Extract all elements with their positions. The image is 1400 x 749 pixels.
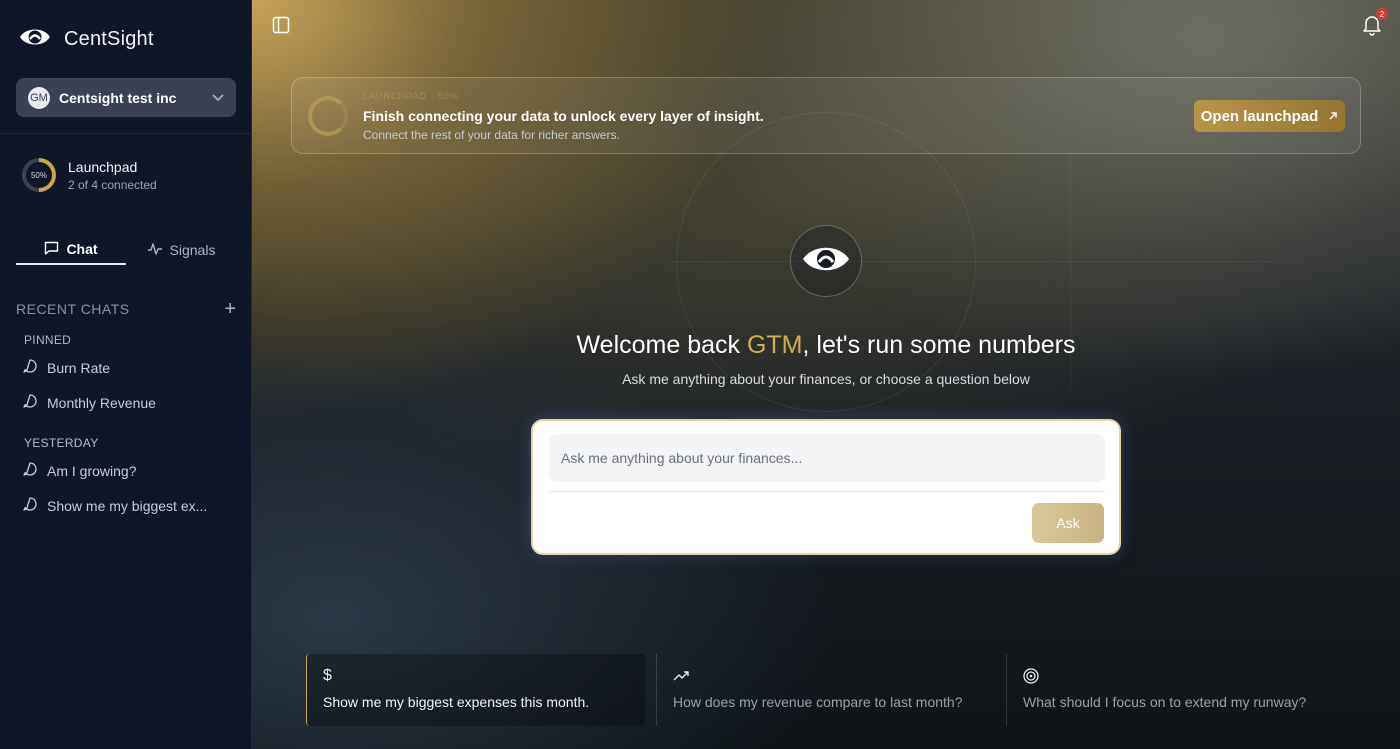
launchpad-progress-ring: 50% <box>22 158 56 192</box>
decorative-line <box>672 261 1272 262</box>
main-panel: 2 LAUNCHPAD · 50% Finish connecting your… <box>252 0 1400 749</box>
ask-card: Ask <box>531 419 1121 555</box>
banner-title: Finish connecting your data to unlock ev… <box>363 108 764 124</box>
banner-kicker: LAUNCHPAD · 50% <box>363 91 459 101</box>
message-icon <box>22 393 38 412</box>
message-icon <box>22 496 38 515</box>
ask-input[interactable] <box>549 434 1105 482</box>
chat-item-am-i-growing[interactable]: Am I growing? <box>22 461 136 480</box>
org-avatar: GM <box>28 86 50 109</box>
chat-item-monthly-revenue[interactable]: Monthly Revenue <box>22 393 156 412</box>
yesterday-label: YESTERDAY <box>24 436 99 450</box>
sidebar-toggle-icon[interactable] <box>272 16 290 39</box>
arrow-up-right-icon <box>1328 108 1338 125</box>
chat-icon <box>44 241 59 258</box>
tab-signals-label: Signals <box>169 242 216 258</box>
recent-chats-header: RECENT CHATS + <box>16 299 236 319</box>
welcome-prefix: Welcome back <box>576 331 747 359</box>
chat-item-label: Burn Rate <box>47 359 111 376</box>
chat-item-biggest-expenses[interactable]: Show me my biggest ex... <box>22 496 207 515</box>
activity-icon <box>147 242 163 259</box>
message-icon <box>22 358 38 377</box>
open-launchpad-label: Open launchpad <box>1200 107 1319 125</box>
open-launchpad-button[interactable]: Open launchpad <box>1194 100 1345 132</box>
suggestion-text: Show me my biggest expenses this month. <box>323 694 590 710</box>
launchpad-banner: LAUNCHPAD · 50% Finish connecting your d… <box>291 77 1361 154</box>
eye-logo-icon <box>801 242 851 281</box>
hero-logo <box>790 225 862 297</box>
trending-up-icon <box>673 666 980 686</box>
ask-divider <box>549 491 1105 492</box>
suggestion-card-revenue[interactable]: How does my revenue compare to last mont… <box>656 654 996 726</box>
chat-item-label: Am I growing? <box>47 462 137 479</box>
tab-signals[interactable]: Signals <box>126 235 236 265</box>
ask-button[interactable]: Ask <box>1032 503 1104 543</box>
suggestion-card-expenses[interactable]: $ Show me my biggest expenses this month… <box>306 654 645 726</box>
sidebar-tabs: Chat Signals <box>16 235 236 265</box>
brand-name: CentSight <box>64 28 154 50</box>
eye-logo-icon <box>18 24 52 55</box>
sidebar: CentSight GM Centsight test inc 50% Laun… <box>0 0 252 749</box>
suggestion-text: How does my revenue compare to last mont… <box>673 694 963 710</box>
launchpad-status[interactable]: 50% Launchpad 2 of 4 connected <box>22 158 157 192</box>
launchpad-subtitle: 2 of 4 connected <box>68 177 157 192</box>
welcome-user: GTM <box>746 331 803 359</box>
launchpad-title: Launchpad <box>68 158 138 175</box>
new-chat-plus-icon[interactable]: + <box>224 299 236 319</box>
chat-item-burn-rate[interactable]: Burn Rate <box>22 358 110 377</box>
dollar-icon: $ <box>323 667 332 684</box>
chat-item-label: Monthly Revenue <box>47 394 156 411</box>
banner-progress-ring <box>308 96 348 136</box>
recent-chats-label: RECENT CHATS <box>16 301 130 317</box>
target-icon <box>1023 666 1330 686</box>
welcome-heading: Welcome back GTM, let's run some numbers <box>252 331 1400 360</box>
pinned-label: PINNED <box>24 333 72 347</box>
launchpad-percent: 50% <box>26 162 52 188</box>
tab-chat-label: Chat <box>66 241 98 257</box>
chevron-down-icon <box>212 91 224 105</box>
welcome-suffix: , let's run some numbers <box>802 331 1076 359</box>
notification-badge: 2 <box>1376 8 1388 20</box>
suggestion-text: What should I focus on to extend my runw… <box>1023 694 1307 710</box>
suggestion-card-runway[interactable]: What should I focus on to extend my runw… <box>1006 654 1346 726</box>
chat-item-label: Show me my biggest ex... <box>47 497 208 514</box>
banner-subtitle: Connect the rest of your data for richer… <box>363 128 620 142</box>
org-name: Centsight test inc <box>59 89 177 106</box>
org-switcher[interactable]: GM Centsight test inc <box>16 78 236 117</box>
message-icon <box>22 461 38 480</box>
brand[interactable]: CentSight <box>18 24 154 55</box>
welcome-subtitle: Ask me anything about your finances, or … <box>622 371 1030 387</box>
tab-chat[interactable]: Chat <box>16 235 126 265</box>
sidebar-divider <box>0 133 252 134</box>
